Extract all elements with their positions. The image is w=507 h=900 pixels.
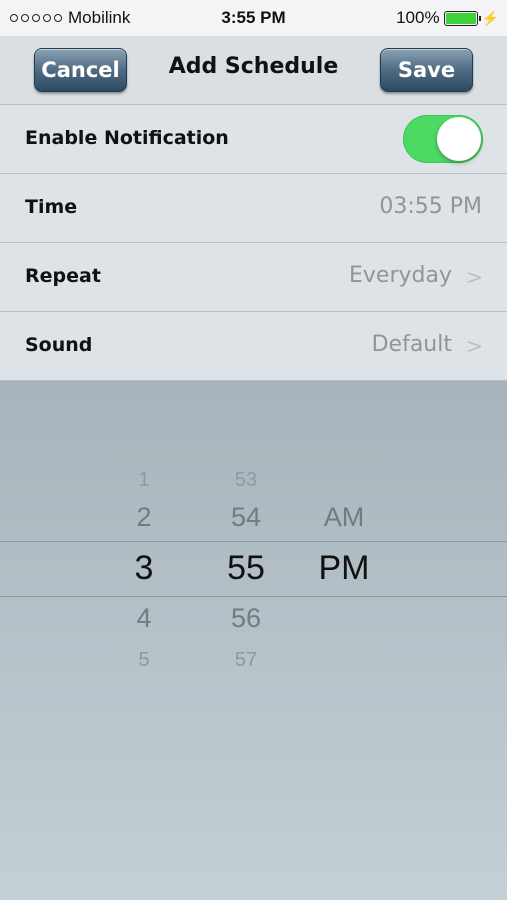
sound-row[interactable]: Sound Default > [0,312,507,381]
repeat-label: Repeat [25,265,101,287]
battery-percent: 100% [396,8,440,27]
period-option[interactable]: AM [309,502,379,533]
chevron-right-icon: > [466,265,483,289]
period-option-selected[interactable]: PM [309,549,379,588]
page-title: Add Schedule [168,54,339,79]
toggle-knob [437,117,481,161]
hour-option[interactable]: 4 [109,603,179,634]
charging-icon: ⚡ [481,9,499,26]
repeat-row[interactable]: Repeat Everyday > [0,243,507,312]
battery-status: 100% ⚡ [396,8,499,28]
status-bar: Mobilink 3:55 PM 100% ⚡ [0,0,507,36]
time-row[interactable]: Time 03:55 PM [0,174,507,243]
hour-option[interactable]: 1 [109,469,179,492]
hour-option[interactable]: 5 [109,649,179,672]
picker-selection-bottom-line [0,596,507,597]
battery-icon [443,10,481,26]
repeat-value: Everyday [349,263,452,288]
cancel-button[interactable]: Cancel [34,48,127,92]
sound-label: Sound [25,334,93,356]
minute-option[interactable]: 54 [211,502,281,533]
navigation-bar: Cancel Add Schedule Save [0,36,507,105]
hour-option-selected[interactable]: 3 [109,549,179,588]
picker-selection-top-line [0,541,507,542]
time-picker[interactable]: 1 2 3 4 5 53 54 55 56 57 AM PM [0,381,507,900]
enable-notification-row: Enable Notification [0,105,507,174]
time-value: 03:55 PM [379,194,482,219]
chevron-right-icon: > [466,334,483,358]
hour-option[interactable]: 2 [109,502,179,533]
enable-notification-toggle[interactable] [403,115,483,163]
enable-notification-label: Enable Notification [25,127,229,149]
time-label: Time [25,196,78,218]
minute-option-selected[interactable]: 55 [211,549,281,588]
save-button[interactable]: Save [380,48,473,92]
sound-value: Default [371,332,452,357]
minute-option[interactable]: 57 [211,649,281,672]
minute-option[interactable]: 56 [211,603,281,634]
minute-option[interactable]: 53 [211,469,281,492]
